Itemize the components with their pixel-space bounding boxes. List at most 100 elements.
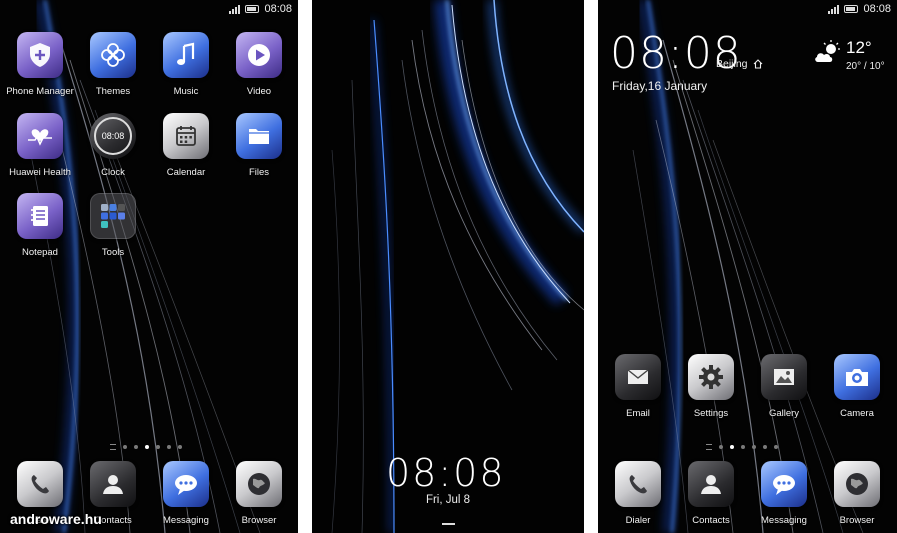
app-huawei-health[interactable]: Huawei Health: [2, 113, 78, 178]
image-icon: [761, 354, 807, 400]
folder-icon: [236, 113, 282, 159]
app-label: Music: [173, 86, 199, 97]
camera-icon: [834, 354, 880, 400]
widget-city: Beijing: [716, 58, 748, 70]
envelope-icon: [615, 354, 661, 400]
app-label: Gallery: [768, 408, 800, 419]
app-label: Files: [248, 167, 270, 178]
partly-cloudy-icon: [815, 40, 840, 62]
app-files[interactable]: Files: [221, 113, 297, 178]
dock-browser[interactable]: Browser: [819, 461, 895, 526]
page-dot[interactable]: [752, 445, 756, 449]
phone-icon: [17, 461, 63, 507]
lock-screen: 08:08 Fri, Jul 8: [312, 0, 584, 533]
page-dot[interactable]: [741, 445, 745, 449]
calendar-icon: [163, 113, 209, 159]
app-label: Email: [626, 408, 650, 419]
phone-icon: [615, 461, 661, 507]
app-label: Calendar: [166, 167, 206, 178]
page-dot-active[interactable]: [145, 445, 149, 449]
watermark: androware.hu: [10, 511, 102, 527]
app-label: Dialer: [625, 515, 651, 526]
lock-time: 08:08: [386, 451, 506, 495]
weather-widget[interactable]: 12° 20° / 10°: [812, 38, 885, 72]
play-icon: [236, 32, 282, 78]
app-label: Huawei Health: [9, 167, 71, 178]
page-dot[interactable]: [134, 445, 138, 449]
app-settings[interactable]: Settings: [673, 354, 749, 419]
status-bar: 08:08: [229, 3, 292, 15]
page-dot[interactable]: [774, 445, 778, 449]
app-calendar[interactable]: Calendar: [148, 113, 224, 178]
app-camera[interactable]: Camera: [819, 354, 895, 419]
dock-browser[interactable]: Browser: [221, 461, 297, 526]
app-tools-folder[interactable]: Tools: [75, 193, 151, 258]
widget-city-row[interactable]: Beijing: [716, 58, 763, 70]
widget-time[interactable]: 08:08: [610, 28, 742, 79]
status-time: 08:08: [264, 3, 292, 15]
app-label: Phone Manager: [6, 86, 74, 97]
app-music[interactable]: Music: [148, 32, 224, 97]
app-label: Video: [246, 86, 272, 97]
battery-icon: [844, 5, 859, 13]
signal-icon: [229, 4, 241, 14]
page-dot[interactable]: [719, 445, 723, 449]
home-icon: [753, 59, 762, 69]
clock-face-text: 08:08: [94, 117, 132, 155]
dock-dialer[interactable]: Dialer: [600, 461, 676, 526]
app-label: Contacts: [692, 515, 730, 526]
lock-date: Fri, Jul 8: [425, 494, 471, 506]
themes-icon: [90, 32, 136, 78]
widget-date: Friday,16 January: [612, 79, 708, 93]
divider: [298, 0, 312, 533]
dock-messaging[interactable]: Messaging: [746, 461, 822, 526]
page-dot[interactable]: [156, 445, 160, 449]
app-email[interactable]: Email: [600, 354, 676, 419]
status-bar: 08:08: [828, 3, 891, 15]
app-clock[interactable]: 08:08 Clock: [75, 113, 151, 178]
message-icon: [761, 461, 807, 507]
tools-folder-icon: [90, 193, 136, 239]
app-themes[interactable]: Themes: [75, 32, 151, 97]
clock-icon: 08:08: [90, 113, 136, 159]
unlock-handle[interactable]: [442, 523, 455, 525]
divider: [584, 0, 598, 533]
home-screen-left: 08:08 Phone Manager Themes Music Video H…: [0, 0, 298, 533]
page-dot[interactable]: [167, 445, 171, 449]
page-dot[interactable]: [178, 445, 182, 449]
contacts-icon: [688, 461, 734, 507]
page-dot[interactable]: [123, 445, 127, 449]
weather-range: 20° / 10°: [846, 61, 885, 72]
status-time: 08:08: [863, 3, 891, 15]
app-label: Messaging: [163, 515, 209, 526]
heart-icon: [17, 113, 63, 159]
page-indicator: [706, 444, 778, 450]
dock-contacts[interactable]: Contacts: [673, 461, 749, 526]
app-label: Browser: [241, 515, 277, 526]
app-notepad[interactable]: Notepad: [2, 193, 78, 258]
globe-icon: [236, 461, 282, 507]
battery-icon: [245, 5, 260, 13]
page-dot-active[interactable]: [730, 445, 734, 449]
shield-icon: [17, 32, 63, 78]
app-label: Messaging: [761, 515, 807, 526]
dock-messaging[interactable]: Messaging: [148, 461, 224, 526]
home-screen-right: 08:08 08:08 Beijing Friday,16 January 12…: [598, 0, 897, 533]
app-phone-manager[interactable]: Phone Manager: [2, 32, 78, 97]
signal-icon: [828, 4, 840, 14]
app-label: Camera: [840, 408, 874, 419]
globe-icon: [834, 461, 880, 507]
music-note-icon: [163, 32, 209, 78]
app-label: Themes: [95, 86, 131, 97]
app-label: Clock: [101, 167, 125, 178]
page-dot[interactable]: [763, 445, 767, 449]
page-grid-icon: [110, 444, 116, 450]
app-label: Notepad: [22, 247, 58, 258]
app-label: Tools: [101, 247, 125, 258]
app-label: Browser: [839, 515, 875, 526]
page-grid-icon: [706, 444, 712, 450]
app-video[interactable]: Video: [221, 32, 297, 97]
app-gallery[interactable]: Gallery: [746, 354, 822, 419]
message-icon: [163, 461, 209, 507]
app-label: Settings: [693, 408, 729, 419]
